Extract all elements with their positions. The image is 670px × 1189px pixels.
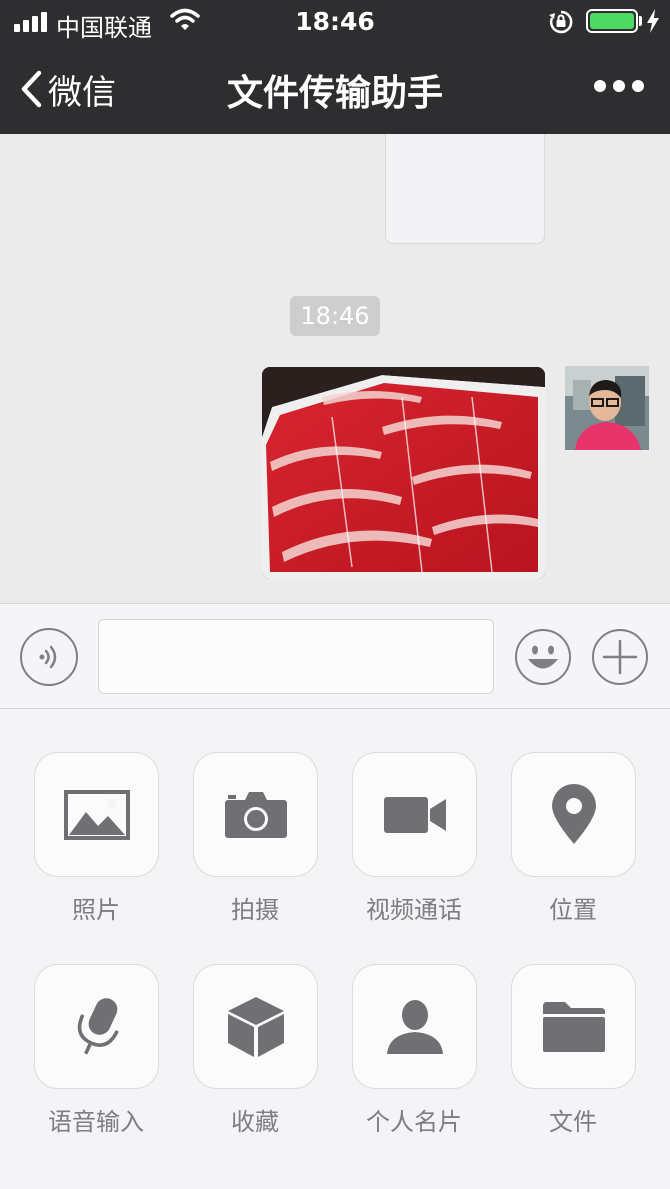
camera-icon xyxy=(224,791,287,838)
smiley-icon xyxy=(515,629,571,685)
file-label: 文件 xyxy=(549,1108,597,1136)
location-button[interactable] xyxy=(511,752,636,877)
video-call-icon xyxy=(383,796,446,833)
photo-button[interactable] xyxy=(34,752,159,877)
battery-icon xyxy=(586,9,638,33)
contact-card-icon xyxy=(386,999,443,1054)
voice-icon xyxy=(39,645,57,669)
favorites-button[interactable] xyxy=(193,964,318,1089)
camera-button[interactable] xyxy=(193,752,318,877)
folder-icon xyxy=(542,1001,605,1052)
contact-card-label: 个人名片 xyxy=(366,1108,462,1136)
more-actions-panel: 照片 拍摄 视频通话 位置 语音输入 收藏 个人名片 文件 xyxy=(0,709,670,1189)
video-call-button[interactable] xyxy=(352,752,477,877)
emoji-button[interactable] xyxy=(514,628,572,686)
message-timestamp: 18:46 xyxy=(290,296,380,336)
camera-label: 拍摄 xyxy=(231,896,279,924)
microphone-icon xyxy=(77,997,119,1054)
previous-message-bubble[interactable] xyxy=(385,134,545,244)
contact-card-button[interactable] xyxy=(352,964,477,1089)
message-input[interactable] xyxy=(98,619,494,694)
avatar[interactable] xyxy=(565,366,649,450)
favorites-box-icon xyxy=(227,996,284,1057)
battery-nub xyxy=(639,16,642,26)
chat-area[interactable]: 18:46 xyxy=(0,134,670,604)
voice-input-label: 语音输入 xyxy=(48,1108,144,1136)
location-label: 位置 xyxy=(549,896,597,924)
top-bar: 中国联通 18:46 微信 文件传输助手 xyxy=(0,0,670,134)
photo-icon xyxy=(63,789,130,840)
plus-button[interactable] xyxy=(591,628,649,686)
file-button[interactable] xyxy=(511,964,636,1089)
rotation-lock-icon xyxy=(548,9,574,39)
plus-icon xyxy=(592,629,648,685)
page-title: 文件传输助手 xyxy=(226,73,443,114)
favorites-label: 收藏 xyxy=(231,1108,279,1136)
voice-input-button[interactable] xyxy=(34,964,159,1089)
more-dots-icon[interactable] xyxy=(594,80,644,92)
location-icon xyxy=(551,783,596,844)
charging-icon xyxy=(646,9,660,37)
status-bar: 中国联通 18:46 xyxy=(0,0,670,44)
photo-label: 照片 xyxy=(72,896,120,924)
voice-button[interactable] xyxy=(20,628,78,686)
image-message[interactable] xyxy=(262,367,545,579)
input-bar xyxy=(0,603,670,709)
video-call-label: 视频通话 xyxy=(366,896,462,924)
